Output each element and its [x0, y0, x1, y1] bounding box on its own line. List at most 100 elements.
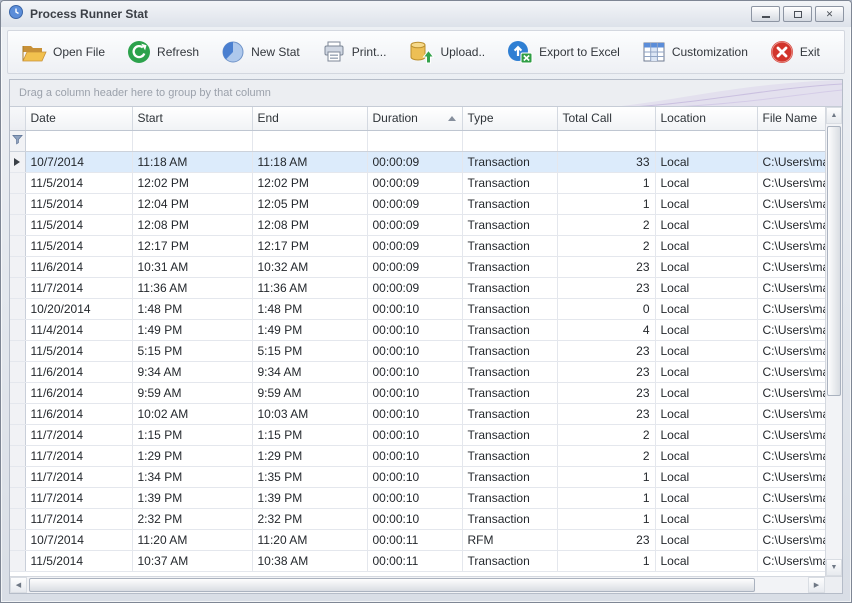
cell-end[interactable]: 11:36 AM — [252, 277, 367, 298]
cell-total-call[interactable]: 23 — [557, 403, 655, 424]
cell-date[interactable]: 10/7/2014 — [25, 529, 132, 550]
cell-file-name[interactable]: C:\Users\ma — [757, 340, 825, 361]
cell-end[interactable]: 10:32 AM — [252, 256, 367, 277]
cell-duration[interactable]: 00:00:11 — [367, 529, 462, 550]
cell-end[interactable]: 11:20 AM — [252, 529, 367, 550]
table-row[interactable]: 11/6/2014 10:31 AM 10:32 AM 00:00:09 Tra… — [10, 256, 825, 277]
cell-total-call[interactable]: 23 — [557, 256, 655, 277]
table-row[interactable]: 11/6/2014 10:02 AM 10:03 AM 00:00:10 Tra… — [10, 403, 825, 424]
cell-total-call[interactable]: 23 — [557, 361, 655, 382]
cell-file-name[interactable]: C:\Users\ma — [757, 151, 825, 172]
new-stat-button[interactable]: New Stat — [213, 35, 308, 69]
group-by-panel[interactable]: Drag a column header here to group by th… — [10, 80, 842, 107]
filter-cell-end[interactable] — [252, 130, 367, 151]
cell-duration[interactable]: 00:00:10 — [367, 319, 462, 340]
cell-end[interactable]: 1:15 PM — [252, 424, 367, 445]
column-header-type[interactable]: Type — [462, 107, 557, 130]
scroll-left-button[interactable]: ◀ — [10, 577, 27, 593]
cell-type[interactable]: Transaction — [462, 235, 557, 256]
cell-type[interactable]: Transaction — [462, 193, 557, 214]
cell-total-call[interactable]: 1 — [557, 550, 655, 571]
table-row[interactable]: 11/6/2014 9:59 AM 9:59 AM 00:00:10 Trans… — [10, 382, 825, 403]
cell-duration[interactable]: 00:00:10 — [367, 487, 462, 508]
cell-location[interactable]: Local — [655, 424, 757, 445]
cell-type[interactable]: Transaction — [462, 382, 557, 403]
cell-duration[interactable]: 00:00:10 — [367, 382, 462, 403]
table-row[interactable]: 11/7/2014 1:15 PM 1:15 PM 00:00:10 Trans… — [10, 424, 825, 445]
cell-file-name[interactable]: C:\Users\ma — [757, 298, 825, 319]
scroll-up-button[interactable]: ▲ — [826, 107, 842, 124]
cell-end[interactable]: 1:49 PM — [252, 319, 367, 340]
cell-duration[interactable]: 00:00:10 — [367, 403, 462, 424]
cell-file-name[interactable]: C:\Users\ma — [757, 256, 825, 277]
cell-total-call[interactable]: 23 — [557, 277, 655, 298]
cell-type[interactable]: Transaction — [462, 256, 557, 277]
cell-location[interactable]: Local — [655, 151, 757, 172]
cell-type[interactable]: Transaction — [462, 361, 557, 382]
table-row[interactable]: 11/4/2014 1:49 PM 1:49 PM 00:00:10 Trans… — [10, 319, 825, 340]
cell-start[interactable]: 1:15 PM — [132, 424, 252, 445]
cell-end[interactable]: 11:18 AM — [252, 151, 367, 172]
cell-location[interactable]: Local — [655, 235, 757, 256]
cell-end[interactable]: 1:39 PM — [252, 487, 367, 508]
table-row[interactable]: 11/7/2014 1:29 PM 1:29 PM 00:00:10 Trans… — [10, 445, 825, 466]
cell-file-name[interactable]: C:\Users\ma — [757, 172, 825, 193]
cell-total-call[interactable]: 2 — [557, 445, 655, 466]
cell-start[interactable]: 9:59 AM — [132, 382, 252, 403]
cell-duration[interactable]: 00:00:10 — [367, 508, 462, 529]
cell-location[interactable]: Local — [655, 193, 757, 214]
table-row[interactable]: 10/7/2014 11:20 AM 11:20 AM 00:00:11 RFM… — [10, 529, 825, 550]
cell-start[interactable]: 12:08 PM — [132, 214, 252, 235]
cell-date[interactable]: 11/6/2014 — [25, 403, 132, 424]
cell-end[interactable]: 12:08 PM — [252, 214, 367, 235]
cell-total-call[interactable]: 1 — [557, 172, 655, 193]
cell-start[interactable]: 10:37 AM — [132, 550, 252, 571]
cell-end[interactable]: 1:35 PM — [252, 466, 367, 487]
cell-start[interactable]: 1:49 PM — [132, 319, 252, 340]
cell-total-call[interactable]: 23 — [557, 382, 655, 403]
customization-button[interactable]: Customization — [634, 35, 756, 69]
cell-location[interactable]: Local — [655, 529, 757, 550]
cell-type[interactable]: Transaction — [462, 445, 557, 466]
cell-date[interactable]: 11/7/2014 — [25, 466, 132, 487]
horizontal-scroll-thumb[interactable] — [29, 578, 755, 592]
cell-date[interactable]: 11/6/2014 — [25, 256, 132, 277]
table-row[interactable]: 11/7/2014 1:34 PM 1:35 PM 00:00:10 Trans… — [10, 466, 825, 487]
cell-location[interactable]: Local — [655, 403, 757, 424]
cell-total-call[interactable]: 1 — [557, 508, 655, 529]
cell-duration[interactable]: 00:00:10 — [367, 424, 462, 445]
filter-cell-location[interactable] — [655, 130, 757, 151]
cell-type[interactable]: Transaction — [462, 424, 557, 445]
cell-duration[interactable]: 00:00:09 — [367, 151, 462, 172]
cell-date[interactable]: 11/7/2014 — [25, 424, 132, 445]
cell-start[interactable]: 11:36 AM — [132, 277, 252, 298]
cell-file-name[interactable]: C:\Users\ma — [757, 466, 825, 487]
cell-duration[interactable]: 00:00:09 — [367, 235, 462, 256]
cell-end[interactable]: 5:15 PM — [252, 340, 367, 361]
refresh-button[interactable]: Refresh — [119, 35, 207, 69]
column-header-location[interactable]: Location — [655, 107, 757, 130]
cell-type[interactable]: Transaction — [462, 277, 557, 298]
cell-duration[interactable]: 00:00:11 — [367, 550, 462, 571]
cell-total-call[interactable]: 1 — [557, 193, 655, 214]
cell-type[interactable]: Transaction — [462, 214, 557, 235]
cell-date[interactable]: 11/5/2014 — [25, 550, 132, 571]
horizontal-scroll-track[interactable] — [27, 577, 808, 593]
cell-file-name[interactable]: C:\Users\ma — [757, 235, 825, 256]
column-header-total-call[interactable]: Total Call — [557, 107, 655, 130]
close-button[interactable]: ✕ — [815, 6, 844, 22]
cell-type[interactable]: Transaction — [462, 487, 557, 508]
cell-total-call[interactable]: 33 — [557, 151, 655, 172]
cell-date[interactable]: 10/20/2014 — [25, 298, 132, 319]
table-row[interactable]: 11/7/2014 2:32 PM 2:32 PM 00:00:10 Trans… — [10, 508, 825, 529]
scroll-down-button[interactable]: ▼ — [826, 559, 842, 576]
filter-cell-type[interactable] — [462, 130, 557, 151]
cell-start[interactable]: 9:34 AM — [132, 361, 252, 382]
cell-duration[interactable]: 00:00:09 — [367, 172, 462, 193]
cell-type[interactable]: Transaction — [462, 298, 557, 319]
table-row[interactable]: 10/7/2014 11:18 AM 11:18 AM 00:00:09 Tra… — [10, 151, 825, 172]
cell-file-name[interactable]: C:\Users\ma — [757, 382, 825, 403]
cell-type[interactable]: Transaction — [462, 340, 557, 361]
cell-total-call[interactable]: 4 — [557, 319, 655, 340]
cell-date[interactable]: 11/5/2014 — [25, 193, 132, 214]
